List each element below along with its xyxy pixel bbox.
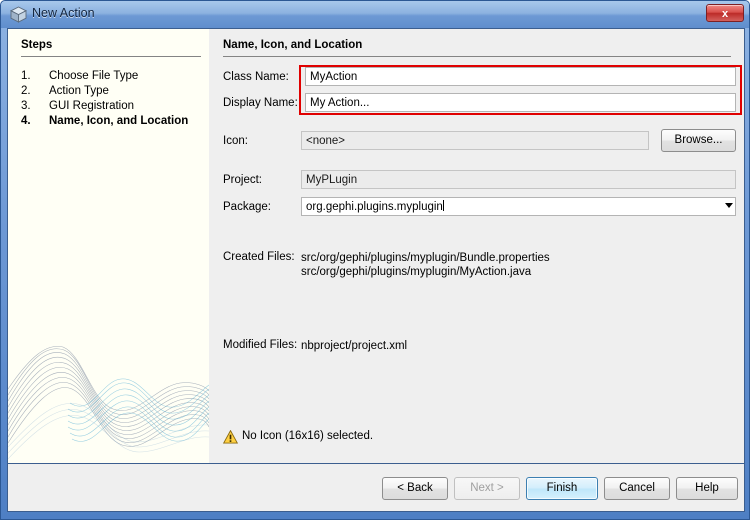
chevron-down-icon[interactable] (725, 203, 733, 208)
step-label: Name, Icon, and Location (49, 115, 189, 127)
title-bar: New Action x (1, 1, 749, 28)
cube-icon (10, 6, 27, 23)
new-action-dialog-window: New Action x Steps 1. Choose File Type 2… (0, 0, 750, 520)
close-button[interactable]: x (706, 4, 744, 22)
modified-files-list: nbproject/project.xml (301, 340, 408, 352)
step-number: 1. (21, 70, 31, 82)
help-button[interactable]: Help (676, 477, 738, 500)
step-label: Action Type (49, 85, 109, 97)
steps-panel: Steps 1. Choose File Type 2. Action Type… (8, 29, 209, 463)
display-name-input[interactable]: My Action... (305, 93, 736, 112)
package-combobox[interactable]: org.gephi.plugins.myplugin (301, 197, 736, 216)
warning-triangle-icon (223, 430, 238, 444)
created-files-list: src/org/gephi/plugins/myplugin/Bundle.pr… (301, 252, 550, 278)
text-caret (442, 200, 444, 211)
project-label: Project: (223, 174, 262, 186)
display-name-label: Display Name: (223, 97, 298, 109)
created-files-label: Created Files: (223, 251, 295, 263)
dialog-button-bar: < Back Next > Finish Cancel Help (7, 464, 745, 512)
page-title: Name, Icon, and Location (223, 39, 363, 51)
package-combobox-value: org.gephi.plugins.myplugin (306, 201, 443, 213)
steps-divider (21, 56, 201, 57)
step-label: GUI Registration (49, 100, 135, 112)
step-number: 3. (21, 100, 31, 112)
class-name-input[interactable]: MyAction (305, 67, 736, 86)
page-title-divider (223, 56, 731, 57)
back-button[interactable]: < Back (382, 477, 448, 500)
modified-files-label: Modified Files: (223, 339, 298, 351)
cancel-button[interactable]: Cancel (604, 477, 670, 500)
window-title: New Action (32, 6, 95, 20)
browse-button[interactable]: Browse... (661, 129, 736, 152)
dialog-content: Steps 1. Choose File Type 2. Action Type… (7, 28, 745, 464)
main-panel: Name, Icon, and Location Class Name: MyA… (209, 29, 744, 463)
step-number: 4. (21, 115, 31, 127)
icon-value-field: <none> (301, 131, 649, 150)
decorative-wave-graphic (8, 346, 209, 460)
steps-heading: Steps (21, 39, 53, 51)
next-button: Next > (454, 477, 520, 500)
step-label: Choose File Type (49, 70, 139, 82)
finish-button[interactable]: Finish (526, 477, 598, 500)
class-name-label: Class Name: (223, 71, 289, 83)
project-value-field: MyPLugin (301, 170, 736, 189)
icon-label: Icon: (223, 135, 248, 147)
step-number: 2. (21, 85, 31, 97)
package-label: Package: (223, 201, 271, 213)
warning-message: No Icon (16x16) selected. (242, 430, 374, 442)
